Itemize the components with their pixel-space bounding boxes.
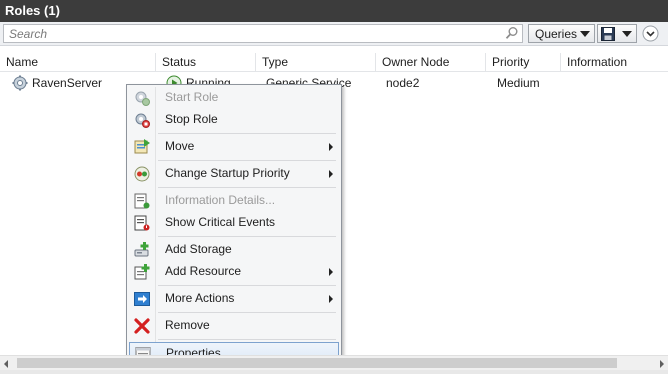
- submenu-arrow-icon: [329, 170, 333, 178]
- column-header-owner-node[interactable]: Owner Node: [376, 53, 486, 71]
- info-details-icon: [134, 193, 150, 209]
- panel-bottom-edge: [0, 370, 668, 374]
- column-header-row: Name Status Type Owner Node Priority Inf…: [0, 53, 668, 72]
- context-menu: Start Role Stop Role Move Change Startup…: [126, 84, 342, 367]
- menu-item-add-storage[interactable]: Add Storage: [129, 239, 339, 261]
- menu-item-show-critical-events[interactable]: Show Critical Events: [129, 212, 339, 234]
- column-header-information[interactable]: Information: [561, 53, 668, 71]
- column-header-priority[interactable]: Priority: [486, 53, 561, 71]
- collapse-icon[interactable]: [642, 25, 659, 42]
- menu-separator: [158, 236, 336, 237]
- menu-separator: [158, 133, 336, 134]
- add-resource-icon: [134, 264, 150, 280]
- search-icon[interactable]: [505, 26, 519, 40]
- search-input[interactable]: [4, 25, 504, 42]
- chevron-down-icon: [622, 31, 632, 37]
- menu-item-label: More Actions: [165, 291, 235, 305]
- scroll-left-icon[interactable]: [4, 360, 8, 368]
- toolbar: Queries: [0, 22, 668, 46]
- menu-item-label: Stop Role: [165, 112, 218, 126]
- menu-item-stop-role[interactable]: Stop Role: [129, 109, 339, 131]
- submenu-arrow-icon: [329, 268, 333, 276]
- row-owner-node: node2: [386, 76, 420, 90]
- menu-item-label: Remove: [165, 318, 210, 332]
- menu-separator: [158, 339, 336, 340]
- column-header-type[interactable]: Type: [256, 53, 376, 71]
- menu-item-add-resource[interactable]: Add Resource: [129, 261, 339, 283]
- menu-item-label: Information Details...: [165, 193, 276, 207]
- more-actions-icon: [134, 292, 150, 306]
- row-priority: Medium: [497, 76, 540, 90]
- save-icon: [601, 27, 615, 41]
- submenu-arrow-icon: [329, 295, 333, 303]
- scroll-right-icon[interactable]: [660, 360, 664, 368]
- menu-item-information-details[interactable]: Information Details...: [129, 190, 339, 212]
- menu-item-label: Add Resource: [165, 264, 242, 278]
- submenu-arrow-icon: [329, 143, 333, 151]
- row-name: RavenServer: [32, 76, 103, 90]
- critical-events-icon: [134, 215, 150, 231]
- menu-item-label: Show Critical Events: [165, 215, 276, 229]
- save-query-button[interactable]: [597, 24, 637, 43]
- menu-item-move[interactable]: Move: [129, 136, 339, 158]
- add-storage-icon: [134, 242, 149, 257]
- stop-role-icon: [135, 113, 150, 128]
- menu-item-label: Change Startup Priority: [165, 166, 290, 180]
- column-header-status[interactable]: Status: [156, 53, 256, 71]
- menu-item-label: Move: [165, 139, 195, 153]
- priority-icon: [134, 166, 150, 182]
- search-box[interactable]: [3, 24, 523, 43]
- menu-item-label: Add Storage: [165, 242, 232, 256]
- start-role-icon: [135, 91, 150, 106]
- queries-button[interactable]: Queries: [528, 24, 595, 43]
- menu-item-more-actions[interactable]: More Actions: [129, 288, 339, 310]
- column-header-name[interactable]: Name: [0, 53, 156, 71]
- menu-item-change-startup-priority[interactable]: Change Startup Priority: [129, 163, 339, 185]
- menu-separator: [158, 285, 336, 286]
- remove-icon: [134, 318, 150, 334]
- scrollbar-thumb[interactable]: [17, 358, 617, 368]
- menu-item-start-role[interactable]: Start Role: [129, 87, 339, 109]
- role-gear-icon: [12, 75, 28, 91]
- panel-title: Roles (1): [0, 0, 668, 22]
- menu-item-remove[interactable]: Remove: [129, 315, 339, 337]
- menu-separator: [158, 312, 336, 313]
- menu-separator: [158, 160, 336, 161]
- move-icon: [134, 139, 150, 154]
- horizontal-scrollbar[interactable]: [0, 355, 668, 370]
- menu-separator: [158, 187, 336, 188]
- chevron-down-icon: [580, 31, 590, 37]
- queries-label: Queries: [535, 27, 578, 41]
- menu-item-label: Start Role: [165, 90, 219, 104]
